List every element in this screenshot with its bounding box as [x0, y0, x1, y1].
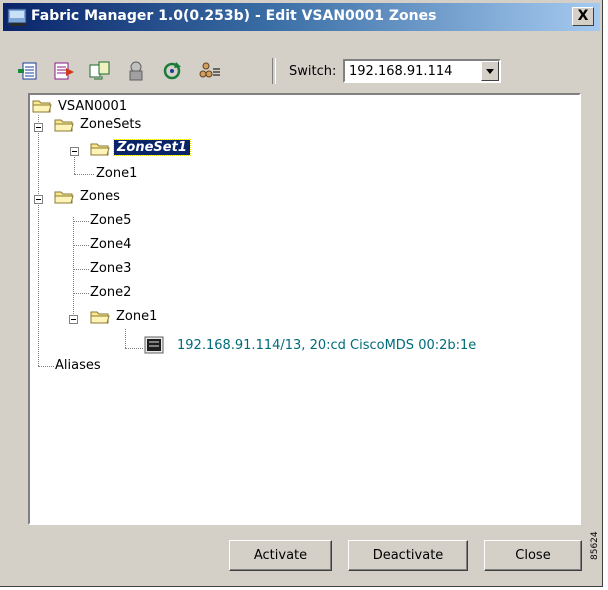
tree-label-zoneset1: ZoneSet1 [113, 139, 191, 156]
collapse-icon[interactable] [34, 195, 43, 204]
activate-button[interactable]: Activate [229, 540, 332, 571]
edit-zones-window: Fabric Manager 1.0(0.253b) - Edit VSAN00… [0, 0, 603, 587]
tree-label-aliases: Aliases [55, 358, 101, 373]
tree-connector [73, 269, 89, 270]
insert-zone-icon[interactable] [16, 59, 40, 83]
clear-zone-icon[interactable] [124, 59, 148, 83]
open-folder-icon [90, 310, 110, 324]
close-window-button[interactable]: X [572, 7, 594, 26]
tree-label-zones: Zones [80, 189, 120, 204]
tree-connector [125, 348, 143, 349]
tree-label-zonesets: ZoneSets [80, 117, 142, 132]
switch-select[interactable]: 192.168.91.114 [343, 59, 501, 83]
switch-label: Switch: [289, 64, 337, 79]
zone-tree[interactable]: VSAN0001 ZoneSets ZoneSet1 Zone1 Zones Z… [28, 93, 581, 525]
collapse-icon[interactable] [69, 315, 78, 324]
refresh-icon[interactable] [160, 59, 184, 83]
tree-label-zone4: Zone4 [90, 237, 132, 252]
tree-label-zone5: Zone5 [90, 213, 132, 228]
tree-label-zone3: Zone3 [90, 261, 132, 276]
deactivate-button[interactable]: Deactivate [348, 540, 468, 571]
toolbar: Switch: 192.168.91.114 [10, 56, 590, 86]
tree-label-zone1: Zone1 [116, 309, 158, 324]
tree-label-vsan: VSAN0001 [58, 99, 128, 114]
tree-label-device: 192.168.91.114/13, 20:cd CiscoMDS 00:2b:… [177, 338, 477, 353]
tree-connector [125, 329, 126, 348]
figure-id: 85624 [590, 531, 600, 560]
show-members-icon[interactable] [198, 59, 222, 83]
tree-connector [73, 293, 89, 294]
chevron-down-icon[interactable] [481, 61, 499, 81]
window-title: Fabric Manager 1.0(0.253b) - Edit VSAN00… [31, 8, 437, 24]
add-member-icon[interactable] [52, 59, 76, 83]
tree-label-zoneset1-zone1: Zone1 [96, 166, 138, 181]
title-bar[interactable]: Fabric Manager 1.0(0.253b) - Edit VSAN00… [3, 3, 600, 31]
open-folder-icon [54, 190, 74, 204]
tree-label-zone2: Zone2 [90, 285, 132, 300]
open-folder-icon [90, 142, 110, 156]
tree-connector [73, 221, 89, 222]
tree-connector [73, 245, 89, 246]
open-folder-icon [32, 99, 52, 113]
close-button[interactable]: Close [484, 540, 582, 571]
open-folder-icon [54, 118, 74, 132]
tree-connector [38, 115, 39, 366]
toolbar-separator [272, 58, 276, 84]
collapse-icon[interactable] [34, 123, 43, 132]
copy-zoneset-icon[interactable] [88, 59, 112, 83]
collapse-icon[interactable] [70, 147, 79, 156]
tree-connector [38, 366, 54, 367]
tree-connector [73, 217, 74, 316]
app-icon [7, 7, 27, 27]
switch-device-icon [144, 336, 164, 354]
tree-connector [74, 174, 94, 175]
switch-select-value: 192.168.91.114 [349, 64, 453, 79]
